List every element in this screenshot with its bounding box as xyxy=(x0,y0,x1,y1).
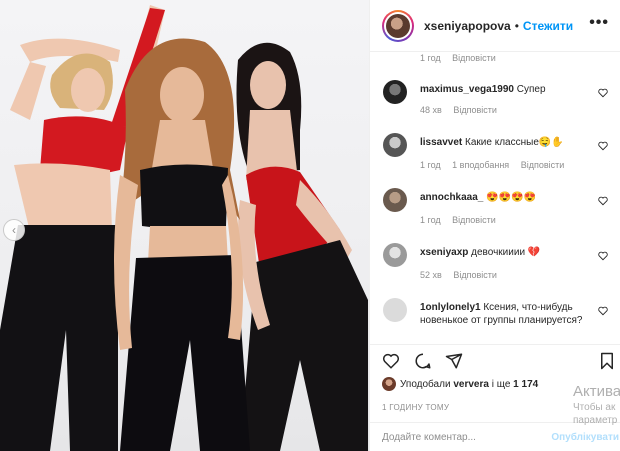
comment-input[interactable] xyxy=(382,429,532,445)
likes-connector: і ще xyxy=(491,378,511,390)
liker-avatar[interactable] xyxy=(382,377,396,391)
watermark-line-1: Актива xyxy=(573,383,620,400)
like-comment-icon[interactable] xyxy=(598,306,608,316)
watermark-line-2: Чтобы ак xyxy=(573,402,616,413)
comment-username[interactable]: annochkaaa_ xyxy=(420,192,483,203)
comment-time: 1 год xyxy=(420,160,441,170)
comment-text: 😍😍😍😍 xyxy=(486,192,536,203)
comment-meta: 1 год 1 вподобання Відповісти xyxy=(420,160,573,170)
post-timestamp[interactable]: 1 ГОДИНУ ТОМУ xyxy=(382,403,449,412)
header-separator: • xyxy=(514,18,519,33)
likes-prefix: Уподобали xyxy=(400,378,451,390)
caption-reply-link[interactable]: Відповісти xyxy=(452,53,496,63)
comment-text: Супер xyxy=(516,84,546,95)
like-comment-icon[interactable] xyxy=(598,196,608,206)
comment-time: 52 хв xyxy=(420,270,442,280)
comment-username[interactable]: 1onlylonely1 xyxy=(420,302,481,313)
comment-reply-link[interactable]: Відповісти xyxy=(521,160,565,170)
photo-illustration xyxy=(0,5,368,451)
comment-reply-link[interactable]: Відповісти xyxy=(452,215,496,225)
watermark-line-3: параметр xyxy=(573,415,618,426)
like-comment-icon[interactable] xyxy=(598,251,608,261)
comment-username[interactable]: xseniyaxp xyxy=(420,247,468,258)
likes-count[interactable]: 1 174 xyxy=(513,379,538,390)
comment-body: maximus_vega1990 Супер xyxy=(420,83,590,96)
comment-avatar[interactable] xyxy=(383,243,407,267)
caption-time: 1 год xyxy=(420,53,441,63)
comment-text: девочкииии 💔 xyxy=(471,247,541,258)
comment-username[interactable]: lissavvet xyxy=(420,137,462,148)
comment-time: 48 хв xyxy=(420,105,442,115)
comment-time: 1 год xyxy=(420,215,441,225)
publish-button[interactable]: Опублікувати xyxy=(551,432,619,443)
comment-body: lissavvet Какие классные🤤✋ xyxy=(420,136,590,149)
comment-body: 1onlylonely1 Ксения, что-нибудь новенько… xyxy=(420,301,590,327)
comment-meta: 1 год Відповісти xyxy=(420,215,505,225)
comment-meta: 48 хв Відповісти xyxy=(420,105,506,115)
person-right xyxy=(236,42,368,451)
comment-text: Какие классные🤤✋ xyxy=(465,137,564,148)
comment-avatar[interactable] xyxy=(383,80,407,104)
author-avatar[interactable] xyxy=(382,9,414,42)
author-username[interactable]: xseniyapopova xyxy=(424,19,511,33)
heart-icon[interactable] xyxy=(382,352,400,370)
comment-reply-link[interactable]: Відповісти xyxy=(453,105,497,115)
comment-body: xseniyaxp девочкииии 💔 xyxy=(420,246,590,259)
bookmark-icon[interactable] xyxy=(599,352,615,370)
liker-username[interactable]: ververa xyxy=(453,379,489,390)
comment-username[interactable]: maximus_vega1990 xyxy=(420,84,514,95)
comments-list: 1 год Відповісти maximus_vega1990 Супер … xyxy=(370,53,620,344)
comment-avatar[interactable] xyxy=(383,298,407,322)
post-photo[interactable]: ‹ xyxy=(0,0,369,451)
like-comment-icon[interactable] xyxy=(598,141,608,151)
caption-meta: 1 год Відповісти xyxy=(420,53,505,63)
comment-icon[interactable] xyxy=(414,352,432,370)
more-options-icon[interactable]: ••• xyxy=(589,14,609,32)
like-comment-icon[interactable] xyxy=(598,88,608,98)
follow-button[interactable]: Стежити xyxy=(523,19,573,33)
likes-summary: Уподобали ververa і ще 1 174 xyxy=(382,377,538,391)
comment-meta: 52 хв Відповісти xyxy=(420,270,506,280)
comment-body: annochkaaa_ 😍😍😍😍 xyxy=(420,191,590,204)
comment-reply-link[interactable]: Відповісти xyxy=(453,270,497,280)
carousel-prev-button[interactable]: ‹ xyxy=(3,219,25,241)
post-actions-bar xyxy=(370,344,620,374)
comment-avatar[interactable] xyxy=(383,133,407,157)
person-center xyxy=(114,38,250,451)
share-icon[interactable] xyxy=(445,352,463,370)
windows-activation-watermark: Актива Чтобы ак параметр xyxy=(573,383,620,427)
comment-avatar[interactable] xyxy=(383,188,407,212)
comment-likes-count[interactable]: 1 вподобання xyxy=(452,160,509,170)
post-header: xseniyapopova • Стежити ••• xyxy=(370,0,620,52)
